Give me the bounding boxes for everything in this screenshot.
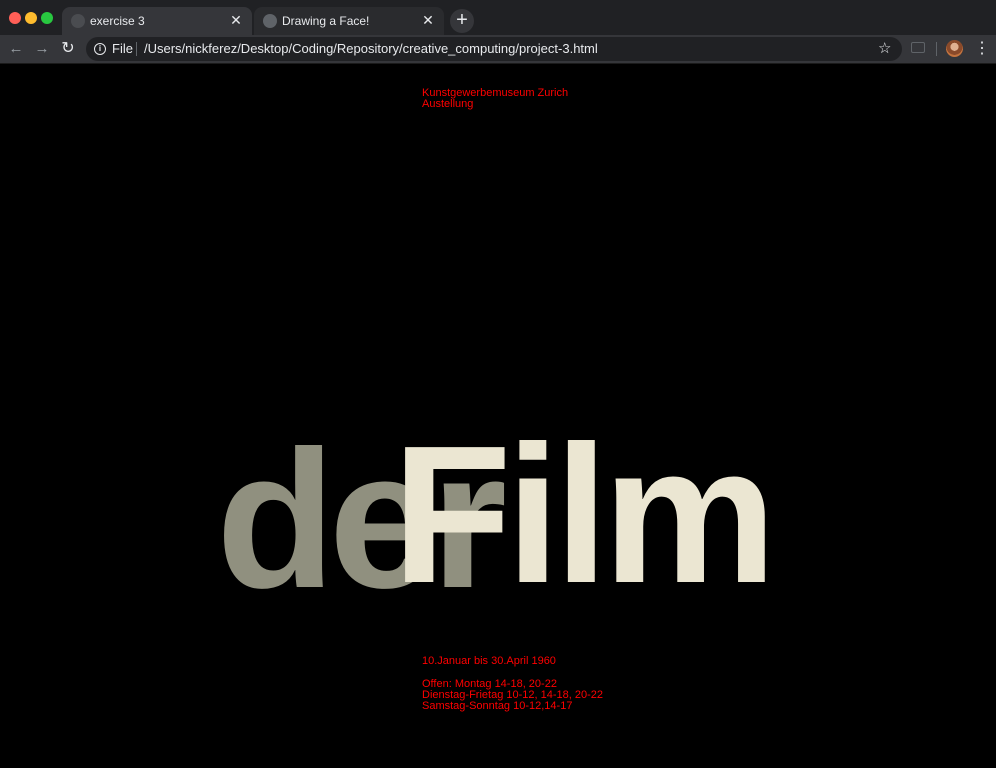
- new-tab-button[interactable]: +: [450, 9, 474, 33]
- tab-close-icon[interactable]: ✕: [420, 12, 436, 28]
- bookmark-star-icon[interactable]: ☆: [878, 39, 891, 59]
- browser-window: exercise 3 ✕ Drawing a Face! ✕ + ← → ↻ i…: [0, 0, 996, 768]
- cast-icon[interactable]: [911, 42, 925, 53]
- address-url[interactable]: /Users/nickferez/Desktop/Coding/Reposito…: [144, 41, 598, 56]
- tab-title: Drawing a Face!: [282, 14, 370, 28]
- tab-exercise-3[interactable]: exercise 3 ✕: [62, 7, 252, 35]
- opening-hours-weekend: Samstag-Sonntag 10-12,14-17: [422, 700, 573, 712]
- more-menu-icon[interactable]: ⋮: [974, 40, 990, 58]
- globe-icon: [263, 14, 277, 28]
- window-maximize-button[interactable]: [41, 12, 53, 24]
- page-favicon-icon: [71, 14, 85, 28]
- exhibition-label: Austellung: [422, 98, 474, 110]
- tab-close-icon[interactable]: ✕: [228, 12, 244, 28]
- back-arrow-icon[interactable]: ←: [6, 39, 26, 59]
- window-close-button[interactable]: [9, 12, 21, 24]
- exhibition-dates: 10.Januar bis 30.April 1960: [422, 655, 556, 667]
- window-minimize-button[interactable]: [25, 12, 37, 24]
- page-content: Kunstgewerbemuseum Zurich Austellung der…: [0, 64, 996, 768]
- tab-title: exercise 3: [90, 14, 145, 28]
- profile-avatar[interactable]: [946, 40, 963, 57]
- reload-icon[interactable]: ↻: [58, 39, 78, 59]
- tab-strip: exercise 3 ✕ Drawing a Face! ✕ +: [0, 0, 996, 35]
- tab-drawing-a-face[interactable]: Drawing a Face! ✕: [254, 7, 444, 35]
- forward-arrow-icon[interactable]: →: [32, 39, 52, 59]
- info-icon[interactable]: i: [94, 43, 106, 55]
- address-scheme-label: File: [112, 41, 133, 56]
- address-divider: [136, 42, 137, 56]
- address-bar[interactable]: i File /Users/nickferez/Desktop/Coding/R…: [86, 37, 902, 61]
- title-film: Film: [392, 405, 777, 624]
- toolbar-divider: [936, 42, 937, 56]
- browser-toolbar: ← → ↻ i File /Users/nickferez/Desktop/Co…: [0, 35, 996, 64]
